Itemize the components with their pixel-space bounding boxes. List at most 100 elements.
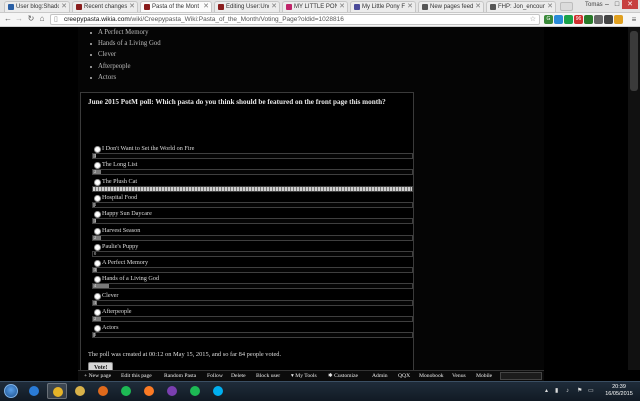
tab-title: User blog:Shadow [16,4,59,10]
tab-favicon [422,4,428,10]
tab-title: Editing User:Undi [226,4,269,10]
flag-icon[interactable]: ⚑ [577,385,582,397]
network-icon[interactable]: ▮ [555,385,558,397]
close-tab-icon[interactable]: ✕ [203,2,209,12]
tab-fhp-jon[interactable]: FHP: Jon_encoun ✕ [486,1,556,12]
puzzle-extension-icon[interactable] [614,15,623,24]
browser-toolbar: ← → ↻ ⌂ ▯ creepypasta.wikia.com/wiki/Cre… [0,13,640,27]
url-host: creepypasta.wikia.com [64,16,130,23]
poll-option-radio[interactable] [94,146,101,153]
volume-icon[interactable]: ♪ [566,385,569,397]
home-icon[interactable]: ⌂ [37,14,47,24]
close-tab-icon[interactable]: ✕ [339,2,345,12]
bookmark-star-icon[interactable]: ☆ [530,15,536,24]
poll-option: The Long List 2 [88,161,413,177]
poll-option: A Perfect Memory 3 [88,259,413,275]
internet-explorer-icon[interactable] [24,383,44,399]
poll-question: June 2015 PotM poll: Which pasta do you … [88,98,386,106]
poll-option-radio[interactable] [94,227,101,235]
previous-winners-list: A Perfect Memory Hands of a Living God C… [86,27,161,83]
list-item[interactable]: Clever [86,49,161,60]
page-info-icon[interactable]: ▯ [54,15,58,24]
poll-option-radio[interactable] [94,243,101,251]
system-clock[interactable]: 20:39 16/05/2015 [602,384,636,398]
poll-option-label: I Don't Want to Set the World on Fire [102,145,195,152]
tab-my-little-pony[interactable]: MY LITTLE PONY ✕ [282,1,348,12]
tab-recent-changes[interactable]: Recent changes ✕ [72,1,138,12]
poll-option-radio[interactable] [94,309,101,316]
tab-favicon [76,4,82,10]
poll-option: Hands of a Living God 4 [88,275,413,291]
list-item[interactable]: Afterpeople [86,61,161,72]
poll-option-radio[interactable] [94,194,101,202]
back-icon[interactable]: ← [3,14,13,24]
g-extension-icon[interactable]: G [544,15,553,24]
forward-icon[interactable]: → [14,14,24,24]
close-tab-icon[interactable]: ✕ [129,2,135,12]
poll-option-radio[interactable] [94,325,101,333]
close-tab-icon[interactable]: ✕ [547,2,553,12]
visual-studio-icon[interactable] [162,383,182,399]
wiki-search-input[interactable] [500,372,542,380]
poll-option-radio[interactable] [94,276,101,284]
xampp-icon[interactable] [139,383,159,399]
poll-option-label: Happy Sun Daycare [102,210,152,218]
circle-extension-icon[interactable] [554,15,563,24]
tab-my-little-pony-fri[interactable]: My Little Pony Fri ✕ [350,1,416,12]
badge-extension-icon[interactable]: 96 [574,15,583,24]
person-extension-icon[interactable] [594,15,603,24]
shield-extension-icon[interactable] [584,15,593,24]
close-window-icon[interactable]: ✕ [622,0,638,9]
poll-option-radio[interactable] [94,162,101,170]
poll-option-radio[interactable] [94,178,101,186]
poll-option-radio[interactable] [94,292,101,300]
skype-icon[interactable] [208,383,228,399]
firefox-icon[interactable] [93,383,113,399]
spotify-icon-2[interactable] [185,383,205,399]
close-tab-icon[interactable]: ✕ [61,2,67,12]
reload-icon[interactable]: ↻ [26,14,36,24]
maximize-icon[interactable]: □ [612,0,622,9]
close-tab-icon[interactable]: ✕ [475,2,481,12]
poll-result-bar: 2 [92,169,413,176]
mail-extension-icon[interactable] [604,15,613,24]
start-button[interactable] [4,384,18,398]
tab-user-blog[interactable]: User blog:Shadow ✕ [4,1,70,12]
scrollbar-thumb[interactable] [630,31,638,91]
app-glyph [75,386,85,396]
minimize-icon[interactable]: – [602,0,612,9]
tab-editing-user[interactable]: Editing User:Undi ✕ [214,1,280,12]
tray-show-hidden-icon[interactable]: ▴ [545,385,548,397]
list-item[interactable]: A Perfect Memory [86,27,161,38]
poll-option-radio[interactable] [94,260,101,268]
address-bar[interactable]: ▯ creepypasta.wikia.com/wiki/Creepypasta… [50,14,540,25]
poll-option-label: The Long List [102,161,138,169]
spotify-icon[interactable] [116,383,136,399]
chrome-icon[interactable] [47,383,67,399]
poll-option: Actors 5 [88,324,413,340]
new-tab-button[interactable] [560,2,573,11]
poll-option: Happy Sun Daycare 1 [88,210,413,226]
poll-vote-count: 1 [94,201,97,207]
browser-menu-icon[interactable]: ≡ [630,15,638,24]
dot-extension-icon[interactable] [564,15,573,24]
list-item[interactable]: Actors [86,72,161,83]
tab-title: MY LITTLE PONY [294,4,337,10]
list-item[interactable]: Hands of a Living God [86,38,161,49]
battery-icon[interactable]: ▭ [588,385,594,397]
close-tab-icon[interactable]: ✕ [271,2,277,12]
close-tab-icon[interactable]: ✕ [407,2,413,12]
poll-vote-count: 4 [94,283,97,289]
page-scrollbar[interactable] [628,27,640,370]
poll-option-radio[interactable] [94,211,101,219]
profile-name[interactable]: Tomas [585,1,603,10]
poll-vote-count: 5 [94,332,97,338]
file-explorer-icon[interactable] [70,383,90,399]
tab-favicon [286,4,292,10]
poll-vote-count: 0 [94,250,97,256]
tab-pasta-of-the-month[interactable]: Pasta of the Mont ✕ [140,1,212,12]
poll-option: The Plush Cat62 [88,178,413,194]
poll-option: Afterpeople 2 [88,308,413,324]
tab-new-pages-feed[interactable]: New pages feed ✕ [418,1,484,12]
poll-vote-count: 2 [94,316,97,321]
